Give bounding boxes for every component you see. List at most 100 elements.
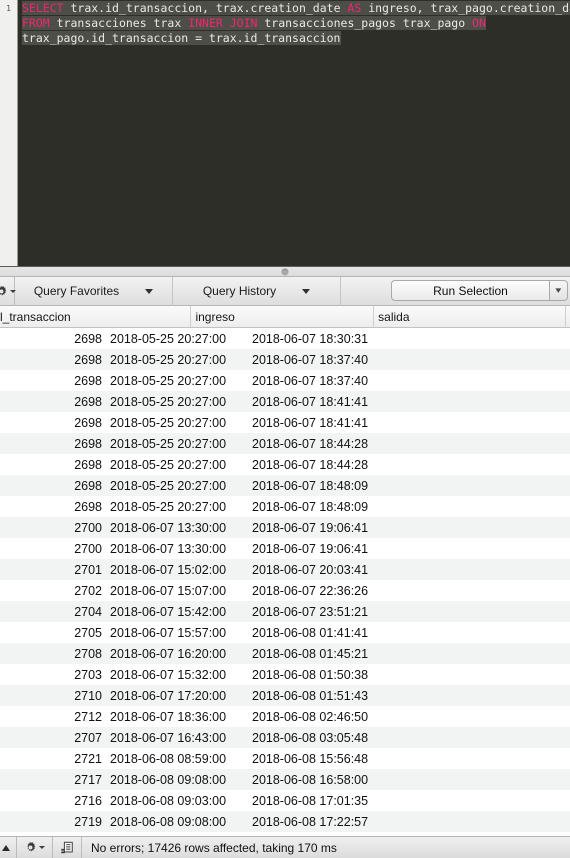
table-cell[interactable]: 2018-06-07 18:30:31 bbox=[237, 332, 368, 346]
column-header[interactable]: l_transaccion bbox=[0, 306, 192, 328]
table-row[interactable]: 2704 2018-06-07 15:42:00 2018-06-07 23:51:… bbox=[0, 601, 570, 623]
table-cell[interactable]: 2018-05-25 20:27:00 bbox=[102, 395, 237, 409]
table-cell[interactable]: 2018-06-07 13:30:00 bbox=[102, 521, 237, 535]
sql-code-area[interactable]: SELECT trax.id_transaccion, trax.creatio… bbox=[18, 0, 570, 266]
table-cell[interactable]: 2018-06-07 15:42:00 bbox=[102, 605, 237, 619]
collapse-results-button[interactable] bbox=[0, 837, 17, 858]
table-row[interactable]: 2698 2018-05-25 20:27:00 2018-06-07 18:37:… bbox=[0, 349, 570, 371]
table-row[interactable]: 2705 2018-06-07 15:57:00 2018-06-08 01:41:… bbox=[0, 622, 570, 644]
table-cell[interactable]: 2703 bbox=[0, 668, 102, 682]
sql-code-line[interactable]: FROM transacciones trax INNER JOIN trans… bbox=[22, 16, 570, 31]
table-cell[interactable]: 2717 bbox=[0, 773, 102, 787]
table-row[interactable]: 2701 2018-06-07 15:02:00 2018-06-07 20:03:… bbox=[0, 559, 570, 581]
table-row[interactable]: 2698 2018-05-25 20:27:00 2018-06-07 18:37:… bbox=[0, 370, 570, 392]
table-row[interactable]: 2717 2018-06-08 09:08:00 2018-06-08 16:58:… bbox=[0, 769, 570, 791]
sql-code-line[interactable]: trax_pago.id_transaccion = trax.id_trans… bbox=[22, 31, 570, 46]
table-cell[interactable]: 2018-06-07 22:36:26 bbox=[237, 584, 368, 598]
table-row[interactable]: 27192018-06-08 09:08:002018-06-08 17:23:… bbox=[0, 832, 570, 836]
table-cell[interactable]: 2700 bbox=[0, 521, 102, 535]
table-cell[interactable]: 2018-06-08 01:51:43 bbox=[237, 689, 368, 703]
table-cell[interactable]: 2018-05-25 20:27:00 bbox=[102, 437, 237, 451]
copy-rows-button[interactable] bbox=[53, 837, 82, 858]
table-cell[interactable]: 2698 bbox=[0, 395, 102, 409]
table-cell[interactable]: 2018-05-25 20:27:00 bbox=[102, 353, 237, 367]
table-row[interactable]: 2698 2018-05-25 20:27:00 2018-06-07 18:48:… bbox=[0, 475, 570, 497]
table-cell[interactable]: 2018-06-07 18:37:40 bbox=[237, 353, 368, 367]
table-cell[interactable]: 2018-06-08 03:05:48 bbox=[237, 731, 368, 745]
table-row[interactable]: 2719 2018-06-08 09:08:00 2018-06-08 17:22:… bbox=[0, 811, 570, 833]
table-row[interactable]: 2700 2018-06-07 13:30:00 2018-06-07 19:06:… bbox=[0, 538, 570, 560]
run-selection-button[interactable]: Run Selection bbox=[391, 280, 549, 302]
run-selection-menu-button[interactable]: ▾ bbox=[549, 280, 568, 302]
table-cell[interactable]: 2018-06-07 18:41:41 bbox=[237, 395, 368, 409]
table-row[interactable]: 2721 2018-06-08 08:59:00 2018-06-08 15:56:… bbox=[0, 748, 570, 770]
table-cell[interactable]: 2018-06-08 15:56:48 bbox=[237, 752, 368, 766]
table-cell[interactable]: 2698 bbox=[0, 458, 102, 472]
table-cell[interactable]: 2018-06-07 18:41:41 bbox=[237, 416, 368, 430]
table-cell[interactable]: 2018-06-07 18:44:28 bbox=[237, 458, 368, 472]
table-cell[interactable]: 2707 bbox=[0, 731, 102, 745]
table-cell[interactable]: 2018-05-25 20:27:00 bbox=[102, 416, 237, 430]
table-cell[interactable]: 2701 bbox=[0, 563, 102, 577]
table-row[interactable]: 2698 2018-05-25 20:27:00 2018-06-07 18:30:… bbox=[0, 328, 570, 350]
sql-editor-pane[interactable]: 1 SELECT trax.id_transaccion, trax.creat… bbox=[0, 0, 570, 267]
table-cell[interactable]: 2018-06-08 08:59:00 bbox=[102, 752, 237, 766]
table-row[interactable]: 2700 2018-06-07 13:30:00 2018-06-07 19:06:… bbox=[0, 517, 570, 539]
table-cell[interactable]: 2702 bbox=[0, 584, 102, 598]
table-cell[interactable]: 2698 bbox=[0, 353, 102, 367]
table-cell[interactable]: 2698 bbox=[0, 374, 102, 388]
table-cell[interactable]: 2018-06-07 17:20:00 bbox=[102, 689, 237, 703]
result-grid[interactable]: l_transaccion ingreso salida 2698 2018-05-2… bbox=[0, 306, 570, 836]
table-cell[interactable]: 2018-06-08 16:58:00 bbox=[237, 773, 368, 787]
table-cell[interactable]: 2018-06-07 15:32:00 bbox=[102, 668, 237, 682]
table-cell[interactable]: 2018-06-07 16:20:00 bbox=[102, 647, 237, 661]
table-cell[interactable]: 2018-06-07 13:30:00 bbox=[102, 542, 237, 556]
table-cell[interactable]: 2018-06-07 20:03:41 bbox=[237, 563, 368, 577]
table-cell[interactable]: 2018-05-25 20:27:00 bbox=[102, 374, 237, 388]
table-cell[interactable]: 2716 bbox=[0, 794, 102, 808]
table-cell[interactable]: 2698 bbox=[0, 437, 102, 451]
table-cell[interactable]: 2704 bbox=[0, 605, 102, 619]
column-header[interactable] bbox=[566, 306, 570, 327]
table-cell[interactable]: 2018-06-08 01:41:41 bbox=[237, 626, 368, 640]
table-row[interactable]: 2702 2018-06-07 15:07:00 2018-06-07 22:36:… bbox=[0, 580, 570, 602]
editor-actions-button[interactable] bbox=[0, 276, 16, 306]
table-row[interactable]: 2698 2018-05-25 20:27:00 2018-06-07 18:41:… bbox=[0, 412, 570, 434]
table-cell[interactable]: 2700 bbox=[0, 542, 102, 556]
table-cell[interactable]: 2018-06-07 18:37:40 bbox=[237, 374, 368, 388]
table-cell[interactable]: 2018-06-08 09:03:00 bbox=[102, 794, 237, 808]
grid-settings-button[interactable] bbox=[17, 837, 53, 858]
table-cell[interactable]: 2698 bbox=[0, 479, 102, 493]
table-row[interactable]: 2710 2018-06-07 17:20:00 2018-06-08 01:51:… bbox=[0, 685, 570, 707]
splitter-handle-icon[interactable] bbox=[281, 268, 289, 276]
table-cell[interactable]: 2018-06-07 18:48:09 bbox=[237, 479, 368, 493]
pane-splitter[interactable] bbox=[0, 266, 570, 278]
query-favorites-dropdown[interactable]: Query Favorites bbox=[15, 276, 173, 306]
table-cell[interactable]: 2018-06-08 01:45:21 bbox=[237, 647, 368, 661]
table-cell[interactable]: 2018-06-08 17:22:57 bbox=[237, 815, 368, 829]
table-cell[interactable]: 2698 bbox=[0, 416, 102, 430]
column-header[interactable]: salida bbox=[374, 306, 566, 328]
table-cell[interactable]: 2018-06-07 18:48:09 bbox=[237, 500, 368, 514]
table-cell[interactable]: 2018-06-08 17:01:35 bbox=[237, 794, 368, 808]
table-cell[interactable]: 2018-06-08 01:50:38 bbox=[237, 668, 368, 682]
table-cell[interactable]: 2721 bbox=[0, 752, 102, 766]
table-cell[interactable]: 2018-06-07 15:57:00 bbox=[102, 626, 237, 640]
table-cell[interactable]: 2018-05-25 20:27:00 bbox=[102, 332, 237, 346]
table-cell[interactable]: 2018-06-08 09:08:00 bbox=[102, 773, 237, 787]
table-cell[interactable]: 2710 bbox=[0, 689, 102, 703]
table-cell[interactable]: 2018-06-07 18:36:00 bbox=[102, 710, 237, 724]
result-grid-body[interactable]: 2698 2018-05-25 20:27:00 2018-06-07 18:30:… bbox=[0, 328, 570, 836]
table-cell[interactable]: 2018-06-07 15:07:00 bbox=[102, 584, 237, 598]
table-cell[interactable]: 2018-05-25 20:27:00 bbox=[102, 458, 237, 472]
table-row[interactable]: 2698 2018-05-25 20:27:00 2018-06-07 18:44:… bbox=[0, 433, 570, 455]
table-cell[interactable]: 2018-06-08 02:46:50 bbox=[237, 710, 368, 724]
table-row[interactable]: 2712 2018-06-07 18:36:00 2018-06-08 02:46:… bbox=[0, 706, 570, 728]
table-row[interactable]: 2698 2018-05-25 20:27:00 2018-06-07 18:44:… bbox=[0, 454, 570, 476]
table-cell[interactable]: 2698 bbox=[0, 332, 102, 346]
column-header[interactable]: ingreso bbox=[191, 306, 375, 328]
sql-code-line[interactable]: SELECT trax.id_transaccion, trax.creatio… bbox=[22, 1, 570, 16]
table-cell[interactable]: 2018-06-08 09:08:00 bbox=[102, 815, 237, 829]
table-cell[interactable]: 2018-06-07 16:43:00 bbox=[102, 731, 237, 745]
table-cell[interactable]: 2018-06-07 23:51:21 bbox=[237, 605, 368, 619]
